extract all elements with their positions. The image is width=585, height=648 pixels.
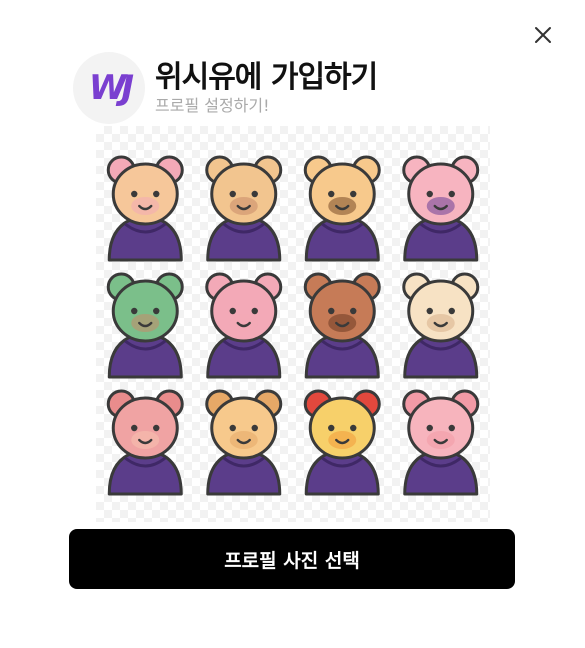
rat-avatar-icon <box>106 155 184 262</box>
close-icon[interactable] <box>531 23 555 47</box>
dog-avatar-icon <box>205 389 283 496</box>
rooster-avatar-icon <box>303 389 381 496</box>
zodiac-avatar-grid <box>106 155 480 496</box>
page-subtitle: 프로필 설정하기! <box>155 96 270 115</box>
monkey-avatar-icon <box>106 389 184 496</box>
tiger-avatar-icon <box>303 155 381 262</box>
pig-avatar-icon <box>402 389 480 496</box>
select-profile-photo-button[interactable]: 프로필 사진 선택 <box>69 529 515 589</box>
ox-avatar-icon <box>205 155 283 262</box>
snake-avatar-icon <box>205 272 283 379</box>
dragon-avatar-icon <box>106 272 184 379</box>
brand-logo: WJ <box>73 52 145 124</box>
rabbit-avatar-icon <box>402 155 480 262</box>
signup-header: WJ 위시유에 가입하기 프로필 설정하기! <box>73 52 378 124</box>
horse-avatar-icon <box>303 272 381 379</box>
page-title: 위시유에 가입하기 <box>155 60 378 95</box>
brand-logo-text: WJ <box>88 68 134 108</box>
avatar-preview-image <box>96 126 490 522</box>
goat-avatar-icon <box>402 272 480 379</box>
header-titles: 위시유에 가입하기 프로필 설정하기! <box>155 60 378 116</box>
